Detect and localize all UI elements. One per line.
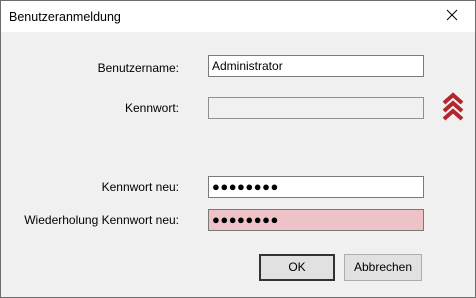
repeat-password-input[interactable]: ●●●●●●●●: [208, 209, 424, 231]
new-password-input[interactable]: ●●●●●●●●: [208, 176, 424, 198]
title-bar[interactable]: Benutzeranmeldung: [1, 1, 475, 32]
new-password-label: Kennwort neu:: [101, 180, 179, 194]
password-input[interactable]: [208, 97, 424, 119]
double-chevron-up-icon[interactable]: [441, 92, 465, 122]
close-button[interactable]: [429, 1, 475, 32]
username-label: Benutzername:: [97, 61, 179, 75]
dialog-body: Benutzername: Kennwort: Kennwort neu: ●●…: [1, 32, 475, 297]
username-input[interactable]: [208, 55, 424, 77]
repeat-password-label: Wiederholung Kennwort neu:: [24, 213, 179, 227]
ok-button[interactable]: OK: [259, 254, 335, 281]
password-label: Kennwort:: [124, 101, 179, 115]
close-icon: [446, 9, 458, 24]
window-title: Benutzeranmeldung: [9, 10, 121, 24]
cancel-button[interactable]: Abbrechen: [344, 254, 422, 281]
login-dialog: Benutzeranmeldung Benutzername: Kennwort…: [0, 0, 476, 298]
